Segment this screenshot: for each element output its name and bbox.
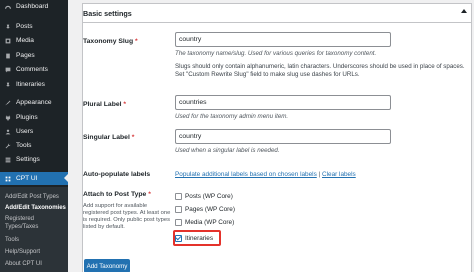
required-marker: * bbox=[131, 134, 135, 141]
wrench-icon bbox=[5, 143, 11, 148]
submenu-item-tools[interactable]: Tools bbox=[5, 237, 67, 245]
taxonomy-slug-label-text: Taxonomy Slug bbox=[83, 38, 134, 45]
sidebar-item-plugins[interactable]: Plugins bbox=[0, 111, 68, 124]
checkbox-label: Pages (WP Core) bbox=[185, 205, 235, 213]
taxonomy-slug-input[interactable]: country bbox=[175, 32, 391, 47]
checkbox-label: Media (WP Core) bbox=[185, 218, 235, 226]
sidebar-item-label: Pages bbox=[16, 52, 35, 59]
populate-labels-link[interactable]: Populate additional labels based on chos… bbox=[175, 171, 317, 178]
panel-title: Basic settings bbox=[83, 9, 132, 18]
pages-checkbox[interactable] bbox=[175, 205, 182, 213]
submenu-item-help-support[interactable]: Help/Support bbox=[5, 249, 67, 257]
sidebar-item-label: Itineraries bbox=[16, 81, 45, 88]
sidebar-item-tools[interactable]: Tools bbox=[0, 139, 68, 152]
singular-label-description: Used when a singular label is needed. bbox=[175, 147, 280, 154]
taxonomy-slug-description: The taxonomy name/slug. Used for various… bbox=[175, 50, 377, 57]
attach-post-type-label-text: Attach to Post Type bbox=[83, 191, 147, 198]
required-marker: * bbox=[148, 191, 151, 198]
sidebar-item-label: Settings bbox=[16, 156, 40, 163]
sidebar-item-label: Posts bbox=[16, 23, 33, 30]
plugin-icon bbox=[5, 115, 11, 121]
sidebar-item-label: Tools bbox=[16, 142, 32, 149]
sidebar-item-settings[interactable]: Settings bbox=[0, 153, 68, 166]
comments-icon bbox=[5, 67, 11, 72]
sidebar-item-label: Media bbox=[16, 37, 34, 44]
slug-note-line-1: Slugs should only contain alphanumeric, … bbox=[175, 63, 465, 70]
singular-label-input[interactable]: country bbox=[175, 129, 391, 144]
checkbox-label: Posts (WP Core) bbox=[185, 192, 233, 200]
add-taxonomy-button[interactable]: Add Taxonomy bbox=[84, 259, 130, 272]
sidebar-item-label: Appearance bbox=[16, 99, 52, 106]
posts-checkbox[interactable] bbox=[175, 192, 182, 200]
media-icon bbox=[5, 38, 11, 43]
collapse-arrow-icon[interactable] bbox=[461, 9, 467, 13]
slug-note-line-2: Set "Custom Rewrite Slug" field to make … bbox=[175, 71, 360, 78]
submenu-item-add-edit-taxonomies[interactable]: Add/Edit Taxonomies bbox=[5, 205, 67, 213]
sidebar-item-label: Comments bbox=[16, 66, 48, 73]
plural-label-label: Plural Label * bbox=[83, 101, 126, 108]
dashboard-icon bbox=[5, 5, 11, 9]
submenu-item-registered[interactable]: Registered bbox=[5, 216, 67, 224]
plural-label-description: Used for the taxonomy admin menu item. bbox=[175, 113, 289, 120]
plural-label-text: Plural Label bbox=[83, 101, 122, 108]
sidebar-item-label: Plugins bbox=[16, 114, 38, 121]
sidebar-item-label: CPT UI bbox=[16, 175, 38, 182]
panel-header[interactable]: Basic settings bbox=[83, 4, 471, 23]
sidebar-item-users[interactable]: Users bbox=[0, 125, 68, 138]
post-type-option-posts[interactable]: Posts (WP Core) bbox=[175, 191, 233, 201]
sidebar-item-appearance[interactable]: Appearance bbox=[0, 96, 68, 109]
auto-populate-links: Populate additional labels based on chos… bbox=[175, 171, 356, 178]
grid-icon bbox=[5, 176, 11, 181]
auto-populate-label: Auto-populate labels bbox=[83, 171, 151, 178]
singular-label-text: Singular Label bbox=[83, 134, 130, 141]
singular-label-label: Singular Label * bbox=[83, 134, 134, 141]
cpt-ui-submenu: Add/Edit Post Types Add/Edit Taxonomies … bbox=[0, 187, 68, 272]
media-checkbox[interactable] bbox=[175, 218, 182, 226]
required-marker: * bbox=[123, 101, 127, 108]
settings-icon bbox=[5, 157, 11, 162]
sidebar-item-comments[interactable]: Comments bbox=[0, 63, 68, 76]
required-marker: * bbox=[135, 38, 138, 45]
sidebar-item-media[interactable]: Media bbox=[0, 34, 68, 47]
submenu-item-add-edit-post-types[interactable]: Add/Edit Post Types bbox=[5, 194, 67, 202]
attach-help-line-4: listed by default. bbox=[83, 224, 125, 230]
clear-labels-link[interactable]: Clear labels bbox=[322, 171, 356, 178]
basic-settings-panel: Basic settings Taxonomy Slug * country T… bbox=[82, 3, 472, 272]
sidebar-item-posts[interactable]: Posts bbox=[0, 20, 68, 33]
sidebar-item-label: Dashboard bbox=[16, 3, 49, 10]
sidebar-item-itineraries[interactable]: Itineraries bbox=[0, 78, 68, 91]
attach-post-type-label: Attach to Post Type * bbox=[83, 191, 151, 198]
pages-icon bbox=[6, 53, 10, 58]
post-type-option-pages[interactable]: Pages (WP Core) bbox=[175, 204, 235, 214]
users-icon bbox=[5, 129, 11, 134]
post-type-option-media[interactable]: Media (WP Core) bbox=[175, 217, 234, 227]
pin-icon bbox=[6, 24, 10, 29]
taxonomy-slug-label: Taxonomy Slug * bbox=[83, 38, 138, 45]
submenu-item-types-taxes[interactable]: Types/Taxes bbox=[5, 224, 67, 232]
plural-label-input[interactable]: countries bbox=[175, 95, 391, 110]
sidebar-item-dashboard[interactable]: Dashboard bbox=[0, 0, 68, 13]
pin-icon bbox=[6, 82, 10, 87]
content-gutter bbox=[68, 0, 82, 272]
submenu-item-about[interactable]: About CPT UI bbox=[5, 261, 67, 269]
brush-icon bbox=[5, 100, 11, 105]
sidebar-item-pages[interactable]: Pages bbox=[0, 49, 68, 62]
admin-sidebar: Dashboard Posts Media Pages Comments Iti… bbox=[0, 0, 68, 272]
sidebar-item-cpt-ui[interactable]: CPT UI bbox=[0, 172, 68, 185]
itineraries-highlight-box bbox=[173, 230, 221, 246]
sidebar-item-label: Users bbox=[16, 128, 34, 135]
